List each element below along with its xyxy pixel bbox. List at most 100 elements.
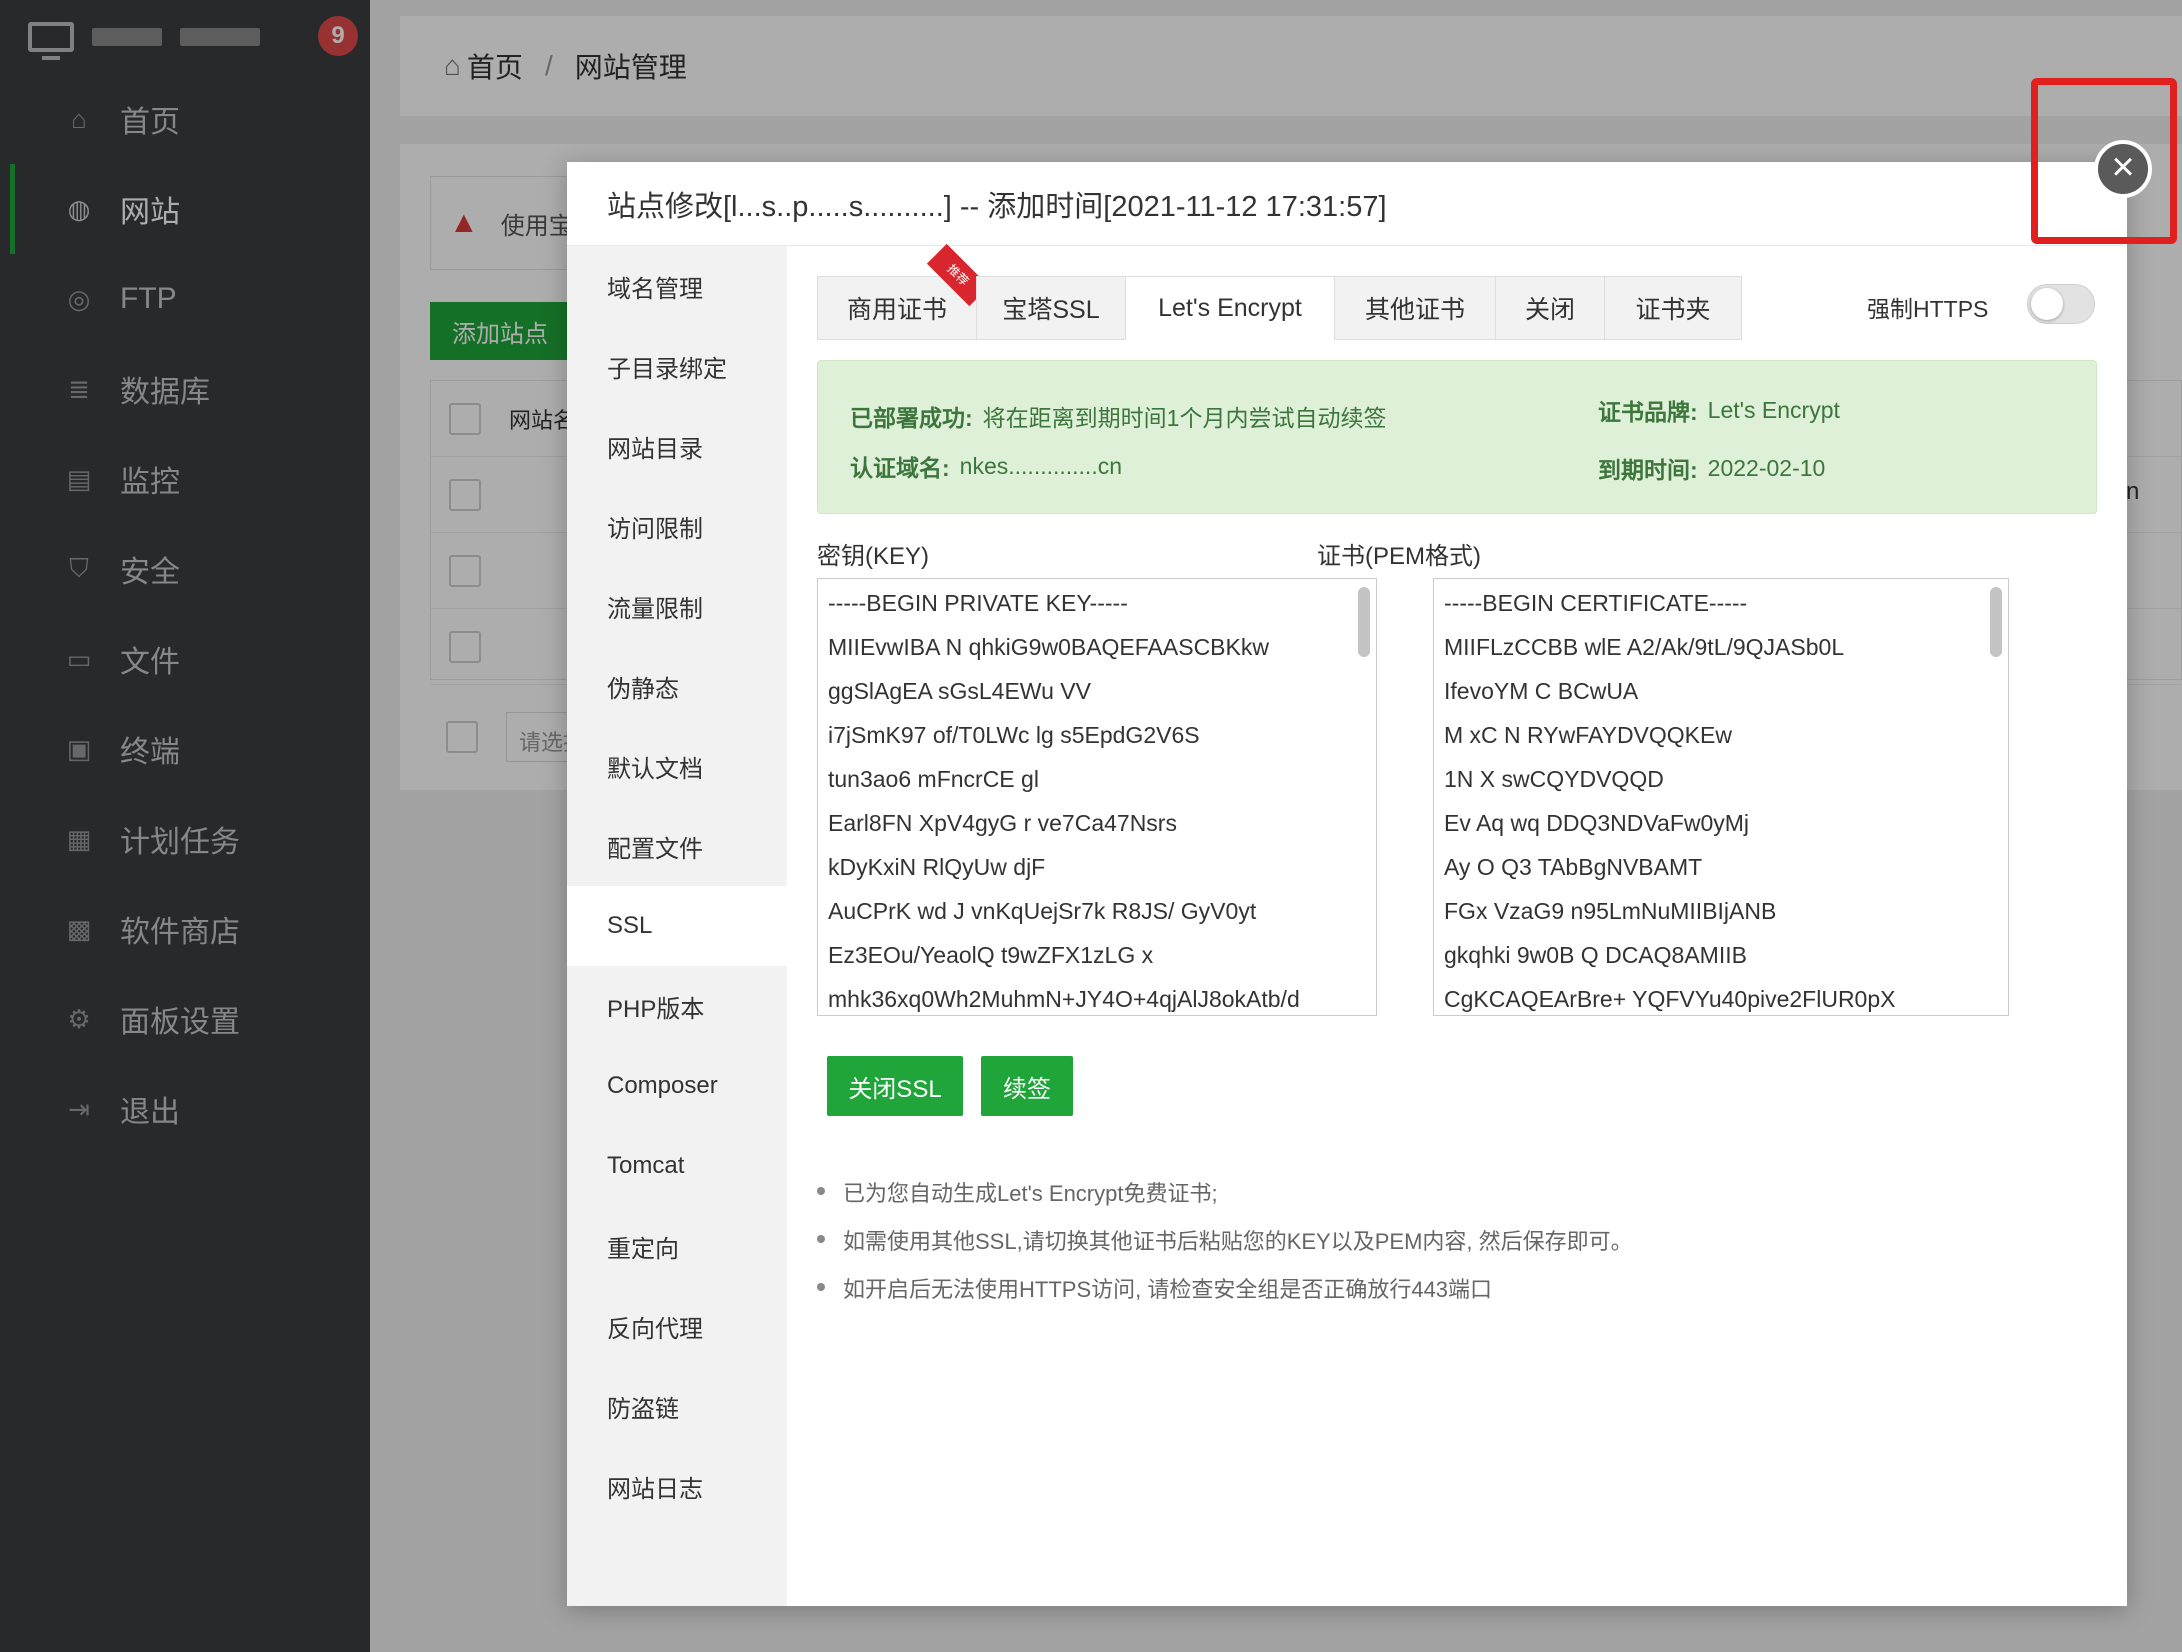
ssl-tab[interactable]: 宝塔SSL [976, 276, 1126, 340]
cert-brand: 证书品牌: Let's Encrypt [1598, 393, 1840, 427]
auth-domain-value: nkes..............cn [959, 452, 1123, 479]
ssl-tab-label: Let's Encrypt [1158, 293, 1302, 322]
sidebar-item-label: 面板设置 [120, 1006, 240, 1039]
code-line: AuCPrK wd J vnKqUejSr7k R8JS/ GyV0yt [828, 898, 1257, 924]
sidebar-item-9[interactable]: ▦ 计划任务 [0, 794, 370, 884]
ssl-tab[interactable]: 其他证书 [1334, 276, 1496, 340]
modal-nav-item[interactable]: SSL [567, 886, 787, 966]
warning-text: 使用宝 [500, 212, 573, 240]
ssl-tabs-row: 商用证书 推荐 宝塔SSL Let's Encrypt 其他证书 关闭 证书夹 强制HTTP… [817, 243, 2097, 340]
breadcrumb-home[interactable]: 首页 [467, 46, 523, 86]
sidebar-item-12[interactable]: ⇥ 退出 [0, 1064, 370, 1154]
modal-nav-item[interactable]: 配置文件 [567, 806, 787, 886]
folder-icon: ▭ [66, 643, 92, 674]
code-line: i7jSmK97 of/T0LWc lg s5EpdG2V6S [828, 722, 1200, 748]
sidebar-item-label: 退出 [120, 1096, 180, 1129]
force-https-toggle[interactable] [2027, 284, 2095, 324]
database-icon: ≣ [68, 373, 90, 404]
globe-icon: ◍ [67, 193, 91, 224]
modal-nav-item[interactable]: PHP版本 [567, 966, 787, 1046]
certificate-textarea[interactable]: -----BEGIN CERTIFICATE----- MIIFLzCCBB wl… [1433, 578, 2009, 1016]
modal-nav-item[interactable]: 网站目录 [567, 406, 787, 486]
server-name-redacted [92, 28, 162, 46]
modal-nav-item[interactable]: 子目录绑定 [567, 326, 787, 406]
ssl-tab-label: 证书夹 [1635, 296, 1711, 324]
ssl-tab-label: 宝塔SSL [1002, 296, 1100, 324]
code-line: FGx VzaG9 n95LmNuMIIBIjANB [1444, 898, 1777, 924]
sidebar-item-label: 数据库 [120, 376, 210, 409]
site-edit-modal: 站点修改[l...s..p.....s..........] -- 添加时间[2… [567, 162, 2127, 1606]
breadcrumb-current: 网站管理 [574, 52, 687, 83]
code-line: CgKCAQEArBre+ YQFVYu40pive2FlUR0pX [1444, 986, 1896, 1012]
renew-button[interactable]: 续签 [981, 1056, 1073, 1116]
home-icon: ⌂ [71, 103, 87, 134]
auth-domain: 认证域名: nkes..............cn [850, 449, 1122, 483]
tip-item: 已为您自动生成Let's Encrypt免费证书; [817, 1176, 1633, 1224]
batch-checkbox[interactable] [446, 721, 478, 753]
deploy-status: 已部署成功: 将在距离到期时间1个月内尝试自动续签 [850, 399, 1386, 433]
private-key-textarea[interactable]: -----BEGIN PRIVATE KEY----- MIIEvwIBA N q… [817, 578, 1377, 1016]
code-line: MIIEvwIBA N qhkiG9w0BAQEFAASCBKkw [828, 634, 1269, 660]
sidebar-item-6[interactable]: ⛉ 安全 [0, 524, 370, 614]
code-line: -----BEGIN CERTIFICATE----- [1444, 590, 1748, 616]
code-line: 1N X swCQYDVQQD [1444, 766, 1664, 792]
modal-nav-item[interactable]: 防盗链 [567, 1366, 787, 1446]
modal-nav-item[interactable]: 反向代理 [567, 1286, 787, 1366]
row-checkbox[interactable] [449, 478, 481, 511]
code-line: Ev Aq wq DDQ3NDVaFw0yMj [1444, 810, 1750, 836]
modal-nav-item[interactable]: 默认文档 [567, 726, 787, 806]
modal-nav-item[interactable]: 伪静态 [567, 646, 787, 726]
code-line: IfevoYM C BCwUA [1444, 678, 1639, 704]
modal-title: 站点修改[l...s..p.....s..........] -- 添加时间[2… [567, 162, 2127, 246]
sidebar-item-8[interactable]: ▣ 终端 [0, 704, 370, 794]
sidebar-item-5[interactable]: ▤ 监控 [0, 434, 370, 524]
cert-scrollbar[interactable] [1990, 587, 2002, 657]
table-header-name: 网站名 [509, 407, 576, 433]
modal-nav-item[interactable]: 网站日志 [567, 1446, 787, 1526]
select-all-checkbox[interactable] [449, 402, 481, 435]
home-icon: ⌂ [444, 50, 461, 81]
ssl-tab-label: 商用证书 [846, 296, 947, 324]
sidebar-item-4[interactable]: ≣ 数据库 [0, 344, 370, 434]
code-line: -----BEGIN PRIVATE KEY----- [828, 590, 1128, 616]
modal-nav-item[interactable]: 重定向 [567, 1206, 787, 1286]
sidebar-item-1[interactable]: ⌂ 首页 [0, 74, 370, 164]
sidebar-item-label: 监控 [120, 466, 180, 499]
monitor-chart-icon: ▤ [66, 463, 92, 494]
cert-brand-key: 证书品牌: [1598, 399, 1698, 425]
notification-badge[interactable]: 9 [318, 16, 358, 56]
breadcrumb-separator: / [544, 50, 553, 81]
code-line: MIIFLzCCBB wlE A2/Ak/9tL/9QJASb0L [1444, 634, 1845, 660]
server-ip-redacted [180, 28, 260, 46]
sidebar-item-3[interactable]: ◎ FTP [0, 254, 370, 344]
modal-nav-item[interactable]: Tomcat [567, 1126, 787, 1206]
ftp-icon: ◎ [67, 283, 91, 314]
ssl-actions: 关闭SSL 续签 [827, 1056, 1073, 1116]
code-line: gkqhki 9w0B Q DCAQ8AMIIB [1444, 942, 1747, 968]
modal-nav-item[interactable]: 访问限制 [567, 486, 787, 566]
cert-label: 证书(PEM格式) [1317, 543, 1481, 570]
ssl-tab[interactable]: 证书夹 [1604, 276, 1742, 340]
toggle-knob [2031, 288, 2063, 320]
row-checkbox[interactable] [449, 630, 481, 663]
code-line: kDyKxiN RlQyUw djF [828, 854, 1046, 880]
code-line: M xC N RYwFAYDVQQKEw [1444, 722, 1732, 748]
apps-icon: ▩ [66, 913, 92, 944]
key-scrollbar[interactable] [1358, 587, 1370, 657]
ssl-tab[interactable]: Let's Encrypt [1125, 276, 1335, 340]
modal-nav-item[interactable]: Composer [567, 1046, 787, 1126]
sidebar-item-10[interactable]: ▩ 软件商店 [0, 884, 370, 974]
sidebar-item-2[interactable]: ◍ 网站 [0, 164, 370, 254]
sidebar-item-7[interactable]: ▭ 文件 [0, 614, 370, 704]
ssl-tab[interactable]: 关闭 [1495, 276, 1605, 340]
modal-nav-item[interactable]: 域名管理 [567, 246, 787, 326]
modal-nav-item[interactable]: 流量限制 [567, 566, 787, 646]
close-ssl-button[interactable]: 关闭SSL [827, 1056, 963, 1116]
expire-time-key: 到期时间: [1598, 457, 1698, 483]
highlight-annotation [2031, 78, 2177, 244]
code-line: ggSlAgEA sGsL4EWu VV [828, 678, 1091, 704]
sidebar-item-11[interactable]: ⚙ 面板设置 [0, 974, 370, 1064]
ssl-tab[interactable]: 商用证书 推荐 [817, 243, 990, 340]
row-checkbox[interactable] [449, 554, 481, 587]
deploy-status-key: 已部署成功: [850, 405, 973, 431]
